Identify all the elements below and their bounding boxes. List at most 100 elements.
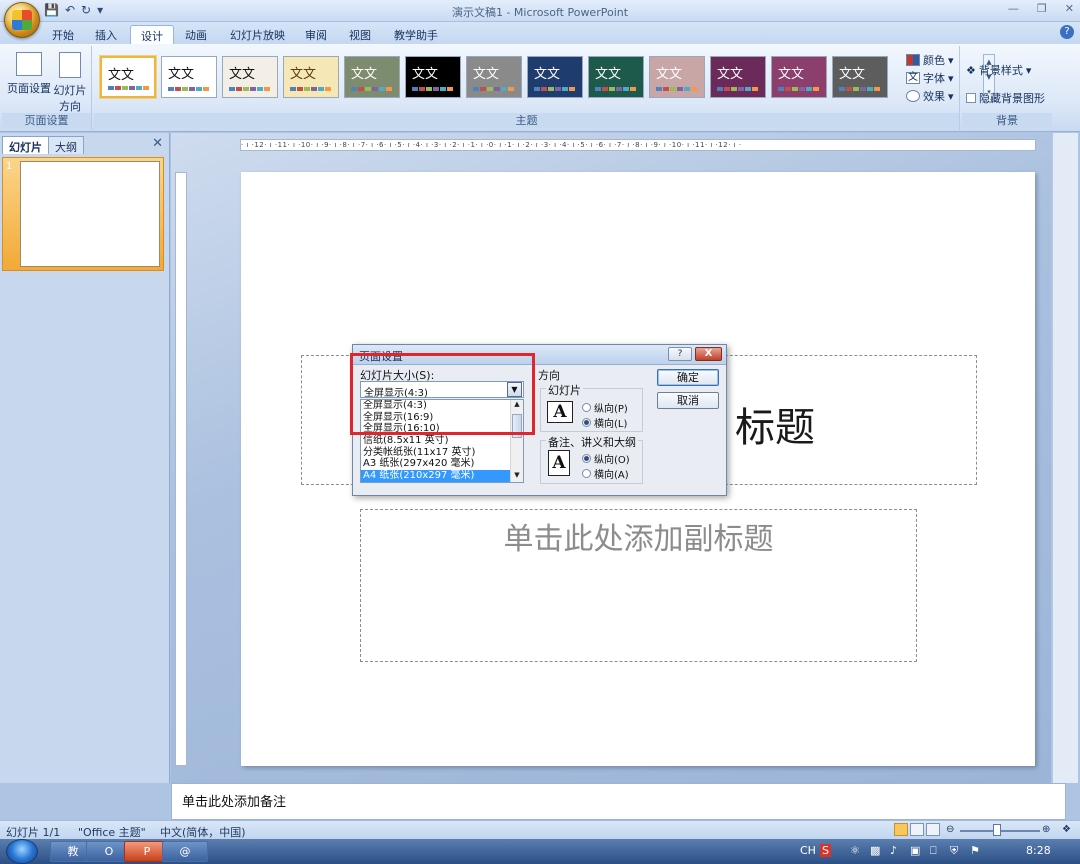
window-title: 演示文稿1 - Microsoft PowerPoint	[451, 6, 629, 19]
normal-view-icon[interactable]	[894, 823, 908, 836]
tab-slides[interactable]: 幻灯片	[2, 136, 49, 154]
maximize-icon[interactable]: ❐	[1037, 2, 1047, 15]
dialog-help-button[interactable]: ?	[668, 347, 692, 361]
page-setup-button[interactable]: 页面设置	[6, 52, 52, 96]
ok-button[interactable]: 确定	[657, 369, 719, 386]
background-styles-icon: ❖	[966, 63, 976, 77]
theme-color-bars	[168, 87, 209, 91]
theme-color-bars	[839, 87, 880, 91]
slide-count: 幻灯片 1/1	[6, 826, 61, 839]
close-pane-icon[interactable]: ✕	[152, 136, 163, 151]
slide-orientation-button[interactable]: 幻灯片 方向	[50, 52, 90, 114]
theme-color-bars	[351, 87, 392, 91]
effects-icon	[906, 90, 920, 102]
notes-orientation-label: 备注、讲义和大纲	[546, 434, 638, 450]
theme-thumbnail[interactable]: 文文	[405, 56, 461, 98]
ribbon: 页面设置 幻灯片 方向 页面设置 文文 文文 文文 文文 文文 文文 文文 文文 文文 文文 文文文…	[0, 44, 1080, 132]
theme-thumbnail[interactable]: 文文	[649, 56, 705, 98]
theme-thumbnail[interactable]: 文文	[466, 56, 522, 98]
slide-size-option[interactable]: A3 纸张(297x420 毫米)	[361, 458, 523, 470]
theme-thumbnail[interactable]: 文文	[832, 56, 888, 98]
taskbar-app-browser[interactable]: @	[162, 841, 208, 862]
tab-outline[interactable]: 大纲	[48, 136, 84, 154]
zoom-in-icon[interactable]: ⊕	[1042, 824, 1050, 835]
system-tray: CH S ⚛ ▩ ♪ ▣ ⎕ ⛨ ⚑ 8:28	[800, 839, 1080, 864]
tray-language[interactable]: CH	[800, 844, 816, 857]
themes-group-label: 主题	[94, 113, 959, 128]
theme-thumbnail[interactable]: 文文	[222, 56, 278, 98]
theme-thumbnail[interactable]: 文文	[771, 56, 827, 98]
orientation-icon	[59, 52, 81, 78]
clock[interactable]: 8:28	[1026, 844, 1051, 857]
slide-size-option[interactable]: A4 纸张(210x297 毫米)	[361, 470, 523, 482]
volume-icon[interactable]: ♪	[890, 844, 897, 857]
theme-thumbnail[interactable]: 文文	[161, 56, 217, 98]
fonts-button[interactable]: 文字体 ▾	[906, 70, 954, 86]
theme-color-bars	[290, 87, 331, 91]
tab-review[interactable]: 审阅	[295, 25, 337, 44]
office-button[interactable]	[4, 2, 40, 38]
notes-orientation-icon: A	[548, 450, 570, 476]
slide-size-option[interactable]: 信纸(8.5x11 英寸)	[361, 435, 523, 447]
tab-insert[interactable]: 插入	[85, 25, 127, 44]
display-icon[interactable]: ▣	[910, 844, 920, 857]
notes-portrait-radio[interactable]: 纵向(O)	[582, 451, 630, 466]
help-icon[interactable]: ?	[1060, 25, 1074, 39]
tab-slideshow[interactable]: 幻灯片放映	[220, 25, 295, 44]
cancel-button[interactable]: 取消	[657, 392, 719, 409]
slide-portrait-radio[interactable]: 纵向(P)	[582, 400, 628, 415]
page-setup-group-label: 页面设置	[2, 113, 91, 128]
slide-thumbnail[interactable]	[20, 161, 160, 267]
hide-background-graphics-checkbox[interactable]: 隐藏背景图形	[966, 90, 1045, 106]
theme-thumbnail[interactable]: 文文	[588, 56, 644, 98]
start-button[interactable]	[6, 839, 38, 864]
monitor-icon[interactable]: ⎕	[930, 844, 937, 858]
office-logo-icon	[12, 10, 32, 30]
theme-thumbnail-text: 文文	[534, 67, 561, 82]
effects-button[interactable]: 效果 ▾	[906, 88, 954, 104]
subtitle-placeholder-text: 单击此处添加副标题	[503, 522, 774, 557]
themes-group: 文文 文文 文文 文文 文文 文文 文文 文文 文文 文文 文文 文文 文文 ▲ ▼ ▾ 颜色 ▾ 文字体 ▾ …	[94, 46, 995, 130]
shield-icon[interactable]: ⛨	[950, 844, 958, 858]
tab-design[interactable]: 设计	[130, 25, 174, 44]
theme-color-bars	[412, 87, 453, 91]
network-icon[interactable]: ⚛	[850, 844, 860, 857]
dialog-close-button[interactable]: X	[695, 347, 722, 361]
theme-thumbnail-text: 文文	[473, 67, 500, 82]
notes-landscape-radio[interactable]: 横向(A)	[582, 466, 629, 481]
theme-thumbnail-text: 文文	[108, 68, 135, 83]
tab-teaching-assistant[interactable]: 教学助手	[384, 25, 448, 44]
theme-thumbnail[interactable]: 文文	[283, 56, 339, 98]
slide-sorter-view-icon[interactable]	[910, 823, 924, 836]
slide-landscape-radio[interactable]: 横向(L)	[582, 415, 627, 430]
notes-pane[interactable]: 单击此处添加备注	[171, 783, 1066, 820]
zoom-slider-thumb[interactable]	[993, 824, 1001, 836]
theme-color-bars	[778, 87, 819, 91]
sogou-icon[interactable]: S	[820, 844, 831, 857]
zoom-out-icon[interactable]: ⊖	[946, 824, 954, 835]
title-bar: 💾 ↶ ↻ ▾ 演示文稿1 - Microsoft PowerPoint — ❐…	[0, 0, 1080, 22]
close-icon[interactable]: ✕	[1065, 2, 1074, 15]
theme-thumbnail[interactable]: 文文	[710, 56, 766, 98]
tab-animation[interactable]: 动画	[175, 25, 217, 44]
theme-thumbnail[interactable]: 文文	[344, 56, 400, 98]
slideshow-view-icon[interactable]	[926, 823, 940, 836]
slide-size-option[interactable]: 分类帐纸张(11x17 英寸)	[361, 447, 523, 459]
title-placeholder-text: 标题	[735, 405, 815, 451]
page-setup-icon	[16, 52, 42, 76]
language-status[interactable]: 中文(简体，中国)	[160, 824, 246, 840]
minimize-icon[interactable]: —	[1008, 2, 1019, 15]
tab-view[interactable]: 视图	[339, 25, 381, 44]
colors-button[interactable]: 颜色 ▾	[906, 52, 954, 68]
theme-thumbnail-text: 文文	[229, 67, 256, 82]
background-styles-button[interactable]: ❖ 背景样式 ▾	[966, 62, 1031, 78]
vertical-scrollbar[interactable]	[1052, 133, 1078, 783]
tray-teaching-icon[interactable]: ▩	[870, 844, 880, 857]
theme-thumbnail[interactable]: 文文	[527, 56, 583, 98]
fit-to-window-icon[interactable]: ❖	[1062, 824, 1071, 835]
theme-thumbnail[interactable]: 文文	[100, 56, 156, 98]
flag-icon[interactable]: ⚑	[970, 844, 980, 857]
theme-thumbnail-text: 文文	[351, 67, 378, 82]
tab-home[interactable]: 开始	[42, 25, 84, 44]
scroll-down-icon[interactable]: ▼	[511, 471, 523, 482]
